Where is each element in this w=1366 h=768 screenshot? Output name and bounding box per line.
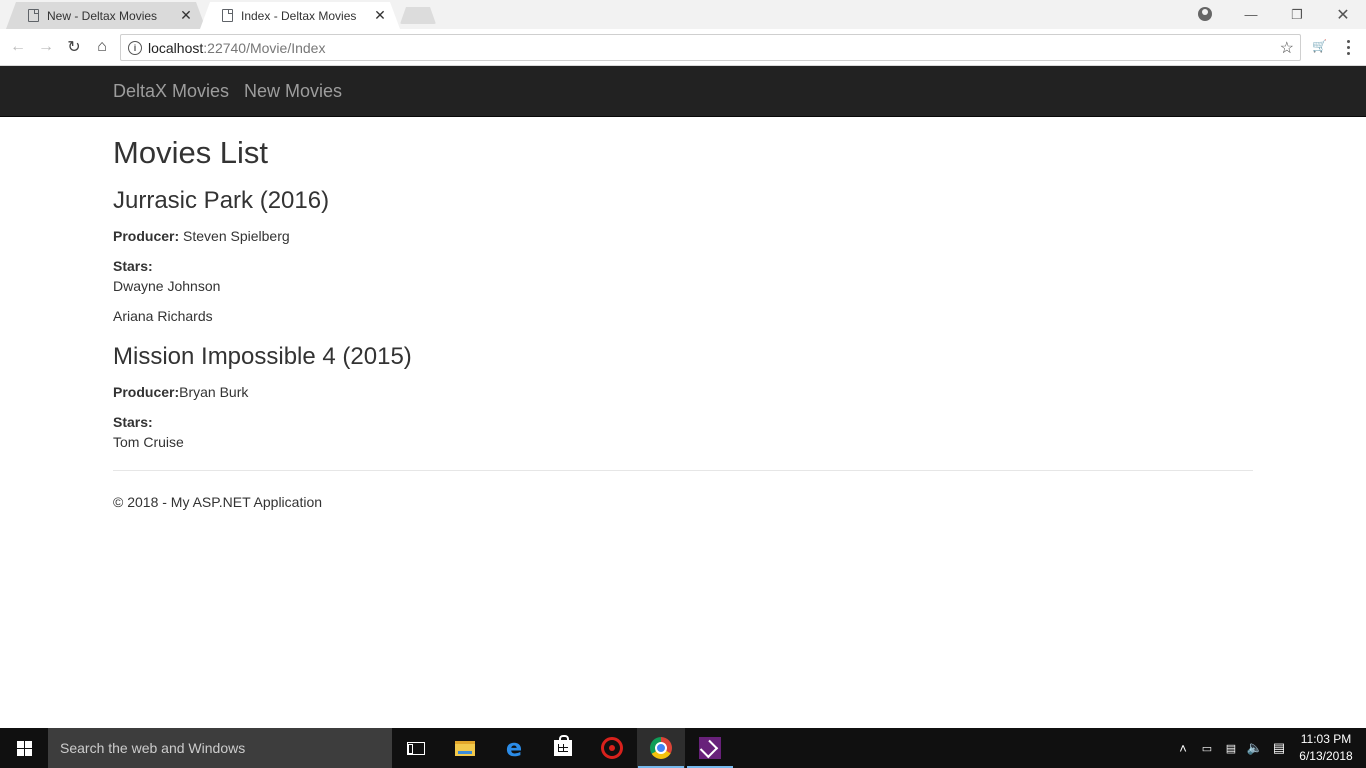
browser-menu-icon[interactable] (1340, 37, 1356, 57)
site-navbar: DeltaX Movies New Movies (0, 66, 1366, 117)
tab-index-deltax-movies[interactable]: Index - Deltax Movies ✕ (200, 2, 400, 29)
close-icon[interactable]: ✕ (373, 7, 387, 24)
page-title: Movies List (113, 135, 269, 170)
tab-title: New - Deltax Movies (47, 8, 158, 23)
stars-label: Stars: (113, 258, 153, 274)
movie-title: Jurrasic Park (2016) (113, 187, 330, 214)
store-button[interactable] (539, 728, 587, 768)
close-icon[interactable]: ✕ (179, 7, 193, 24)
new-tab-button[interactable] (400, 7, 436, 24)
gear-app-icon (601, 737, 623, 759)
profile-icon[interactable] (1198, 7, 1212, 21)
forward-arrow-icon[interactable]: → (36, 37, 56, 57)
movie-title: Mission Impossible 4 (2015) (113, 343, 412, 370)
page-icon (222, 9, 233, 22)
restore-icon[interactable]: ❐ (1274, 0, 1320, 29)
edge-button[interactable]: e (490, 728, 538, 768)
taskbar-search-box[interactable]: Search the web and Windows (48, 728, 392, 768)
clock-time: 11:03 PM (1300, 732, 1352, 746)
visual-studio-icon (699, 737, 721, 759)
footer-divider (113, 470, 1253, 471)
task-view-icon (407, 741, 425, 755)
footer-text: © 2018 - My ASP.NET Application (113, 494, 323, 510)
task-view-button[interactable] (392, 728, 440, 768)
brand-link[interactable]: DeltaX Movies (113, 81, 229, 102)
star-name: Tom Cruise (113, 434, 184, 450)
chrome-button[interactable] (637, 728, 685, 768)
producer-line: Producer: Steven Spielberg (113, 228, 290, 244)
stars-label: Stars: (113, 414, 153, 430)
clock-date: 6/13/2018 (1299, 749, 1353, 763)
chrome-icon (650, 737, 672, 759)
info-icon[interactable]: i (128, 40, 142, 55)
chevron-up-icon[interactable]: ˄ (1174, 728, 1192, 768)
producer-name: Bryan Burk (179, 384, 249, 400)
network-icon[interactable]: ▤ (1222, 728, 1240, 768)
battery-icon[interactable]: ▭ (1198, 728, 1216, 768)
red-gear-app-button[interactable] (588, 728, 636, 768)
notifications-icon[interactable]: ▤ (1270, 728, 1288, 768)
start-button[interactable] (0, 728, 48, 768)
taskbar: Search the web and Windows e ˄ ▭ ▤ 🔈 ▤ 1… (0, 728, 1366, 768)
visual-studio-button[interactable] (686, 728, 734, 768)
window-close-icon[interactable]: ✕ (1320, 0, 1366, 29)
producer-label: Producer: (113, 384, 180, 400)
url-text: localhost:22740/Movie/Index (148, 39, 326, 56)
bookmark-star-icon[interactable]: ☆ (1280, 38, 1294, 58)
producer-line: Producer:Bryan Burk (113, 384, 248, 400)
store-icon (554, 735, 572, 756)
star-name: Ariana Richards (113, 308, 213, 324)
file-explorer-button[interactable] (441, 728, 489, 768)
edge-icon: e (505, 734, 523, 762)
reload-icon[interactable]: ↻ (64, 37, 84, 57)
home-icon[interactable]: ⌂ (92, 37, 112, 57)
volume-icon[interactable]: 🔈 (1246, 728, 1264, 768)
tab-new-deltax-movies[interactable]: New - Deltax Movies ✕ (6, 2, 206, 29)
taskbar-clock[interactable]: 11:03 PM 6/13/2018 (1292, 731, 1360, 765)
page-icon (28, 9, 39, 22)
browser-tab-strip: New - Deltax Movies ✕ Index - Deltax Mov… (0, 0, 1366, 29)
cart-extension-icon[interactable]: 🛒 (1312, 39, 1327, 53)
new-movies-link[interactable]: New Movies (244, 81, 342, 102)
folder-icon (455, 740, 475, 756)
address-bar[interactable]: i localhost:22740/Movie/Index ☆ (120, 34, 1301, 61)
minimize-icon[interactable]: — (1228, 0, 1274, 29)
back-arrow-icon[interactable]: ← (8, 37, 28, 57)
tab-title: Index - Deltax Movies (241, 8, 357, 23)
producer-label: Producer: (113, 228, 180, 244)
producer-name: Steven Spielberg (179, 228, 290, 244)
browser-toolbar: ← → ↻ ⌂ i localhost:22740/Movie/Index ☆ … (0, 29, 1366, 66)
star-name: Dwayne Johnson (113, 278, 221, 294)
windows-logo-icon (16, 740, 32, 756)
